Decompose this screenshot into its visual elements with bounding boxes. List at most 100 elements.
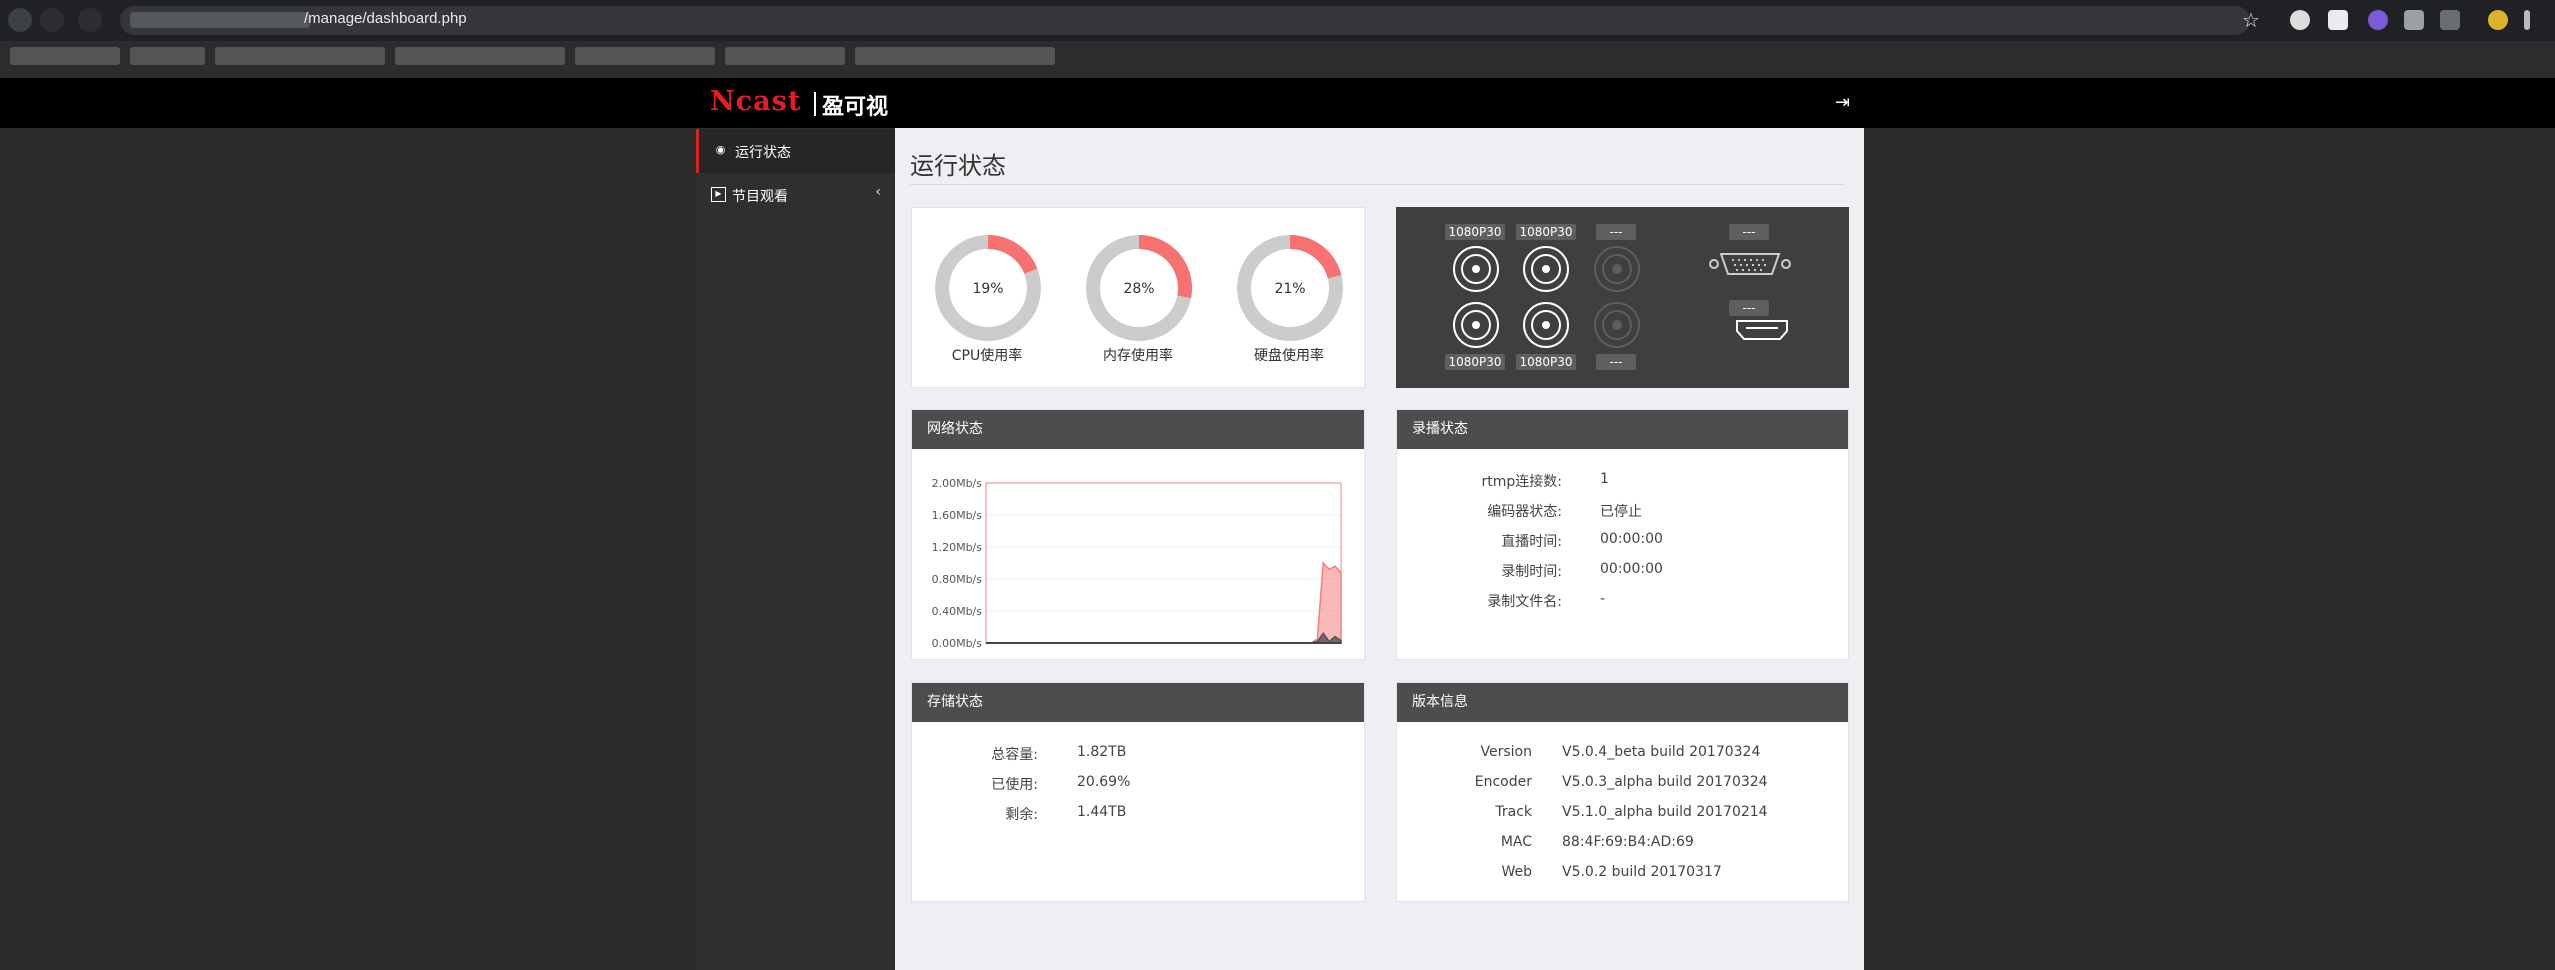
- y-tick-label: 1.20Mb/s: [932, 541, 983, 554]
- record-filename-label: 录制文件名:: [1487, 594, 1562, 610]
- sidebar-item-program-view[interactable]: ▶ 节目观看 ‹: [696, 173, 895, 217]
- bnc-connector: [1523, 246, 1569, 292]
- browser-menu-icon[interactable]: [2524, 10, 2530, 30]
- hdmi-input-label: ---: [1729, 300, 1769, 316]
- title-divider: [910, 184, 1845, 185]
- brand-logo-cn: 盈可视: [822, 95, 889, 120]
- bookmark-item[interactable]: [395, 47, 565, 65]
- encoder-status-value: 已停止: [1600, 504, 1642, 520]
- web-version-value: V5.0.2 build 20170317: [1562, 864, 1722, 880]
- extension-icon[interactable]: [2328, 10, 2348, 30]
- rtmp-connections-label: rtmp连接数:: [1481, 474, 1563, 490]
- rtmp-connections-value: 1: [1600, 471, 1609, 487]
- sidebar-item-label: 运行状态: [735, 145, 791, 161]
- video-input-label: 1080P30: [1445, 354, 1505, 370]
- bookmark-item[interactable]: [725, 47, 845, 65]
- encoder-version-value: V5.0.3_alpha build 20170324: [1562, 774, 1768, 790]
- app-header: [0, 78, 2555, 128]
- url-host-redacted: [130, 12, 310, 28]
- y-tick-label: 2.00Mb/s: [932, 477, 983, 490]
- bnc-connector-inactive: [1594, 246, 1640, 292]
- bnc-connector-inactive: [1594, 302, 1640, 348]
- gauge-value: 19%: [972, 281, 1003, 297]
- plot-frame: [985, 482, 1342, 644]
- total-capacity-value: 1.82TB: [1077, 744, 1127, 760]
- record-filename-value: -: [1600, 591, 1606, 607]
- version-label: Version: [1480, 744, 1532, 760]
- page-title: 运行状态: [910, 152, 1006, 180]
- video-input-label: 1080P30: [1445, 224, 1505, 240]
- logout-icon[interactable]: ⇥: [1835, 92, 1850, 113]
- card-title: 存储状态: [912, 683, 1364, 722]
- memory-gauge: 28%: [1086, 235, 1192, 341]
- extension-icon[interactable]: [2290, 10, 2310, 30]
- chevron-left-icon[interactable]: ‹: [875, 184, 881, 200]
- vga-input-label: ---: [1729, 224, 1769, 240]
- play-icon: ▶: [711, 187, 726, 202]
- bookmark-item[interactable]: [575, 47, 715, 65]
- sidebar: [696, 128, 895, 970]
- bnc-connector: [1453, 302, 1499, 348]
- profile-avatar[interactable]: [2488, 10, 2508, 30]
- hdmi-port-icon: [1736, 320, 1788, 340]
- total-capacity-label: 总容量:: [991, 747, 1038, 763]
- cpu-gauge-label: CPU使用率: [951, 348, 1023, 364]
- video-input-label: ---: [1596, 354, 1636, 370]
- used-label: 已使用:: [991, 777, 1038, 793]
- video-input-label: 1080P30: [1516, 224, 1576, 240]
- url-path[interactable]: /manage/dashboard.php: [304, 10, 467, 27]
- y-tick-label: 0.80Mb/s: [932, 573, 983, 586]
- back-button[interactable]: [8, 8, 32, 32]
- live-time-value: 00:00:00: [1600, 531, 1663, 547]
- cpu-gauge: 19%: [935, 235, 1041, 341]
- record-time-value: 00:00:00: [1600, 561, 1663, 577]
- series-area: [986, 632, 1342, 644]
- forward-button[interactable]: [40, 8, 64, 32]
- card-title: 录播状态: [1397, 410, 1848, 449]
- disk-gauge-label: 硬盘使用率: [1254, 348, 1324, 364]
- card-title: 版本信息: [1397, 683, 1848, 722]
- dashboard-icon: ◉: [715, 143, 726, 156]
- bookmark-item[interactable]: [10, 47, 120, 65]
- bookmark-item[interactable]: [855, 47, 1055, 65]
- gauge-value: 21%: [1274, 281, 1305, 297]
- video-input-label: 1080P30: [1516, 354, 1576, 370]
- sidebar-item-status[interactable]: ◉ 运行状态: [696, 129, 895, 173]
- used-value: 20.69%: [1077, 774, 1131, 790]
- bnc-connector: [1453, 246, 1499, 292]
- live-time-label: 直播时间:: [1501, 534, 1562, 550]
- brand-logo-en: Ncast: [710, 86, 802, 117]
- network-status-card: 网络状态 2.00Mb/s 1.60Mb/s 1.20Mb/s 0.80Mb/s 0.4…: [911, 409, 1365, 660]
- gauge-value: 28%: [1123, 281, 1154, 297]
- disk-gauge: 21%: [1237, 235, 1343, 341]
- track-version-value: V5.1.0_alpha build 20170214: [1562, 804, 1768, 820]
- extension-icon[interactable]: [2440, 10, 2460, 30]
- card-title: 网络状态: [912, 410, 1364, 449]
- encoder-status-label: 编码器状态:: [1487, 504, 1562, 520]
- mac-label: MAC: [1500, 834, 1532, 850]
- track-version-label: Track: [1495, 804, 1532, 820]
- brand-separator: [814, 92, 816, 116]
- reload-button[interactable]: [78, 8, 102, 32]
- y-tick-label: 1.60Mb/s: [932, 509, 983, 522]
- remaining-value: 1.44TB: [1077, 804, 1127, 820]
- bookmark-star-icon[interactable]: ☆: [2242, 8, 2260, 32]
- web-version-label: Web: [1501, 864, 1532, 880]
- memory-gauge-label: 内存使用率: [1103, 348, 1173, 364]
- mac-value: 88:4F:69:B4:AD:69: [1562, 834, 1694, 850]
- extension-icon[interactable]: [2368, 10, 2388, 30]
- extension-icon[interactable]: [2404, 10, 2424, 30]
- y-tick-label: 0.40Mb/s: [932, 605, 983, 618]
- series-area: [986, 561, 1342, 644]
- y-tick-label: 0.00Mb/s: [932, 637, 983, 650]
- bookmark-item[interactable]: [130, 47, 205, 65]
- video-inputs-panel: 1080P30 1080P30 --- 1080P30 1080P30 --- …: [1396, 207, 1849, 388]
- video-input-label: ---: [1596, 224, 1636, 240]
- bookmark-item[interactable]: [215, 47, 385, 65]
- version-value: V5.0.4_beta build 20170324: [1562, 744, 1761, 760]
- vga-port-icon: [1709, 253, 1791, 275]
- bnc-connector: [1523, 302, 1569, 348]
- remaining-label: 剩余:: [1005, 807, 1038, 823]
- encoder-version-label: Encoder: [1474, 774, 1532, 790]
- record-time-label: 录制时间:: [1501, 564, 1562, 580]
